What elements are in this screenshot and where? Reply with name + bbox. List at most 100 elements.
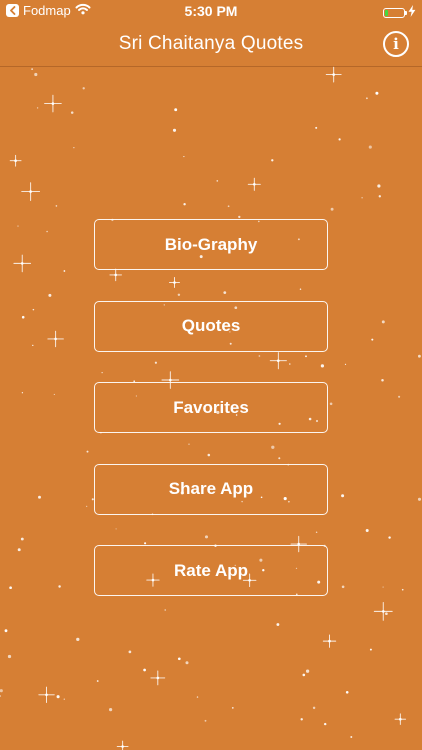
sparkle bbox=[55, 205, 58, 207]
sparkle bbox=[32, 308, 35, 311]
sparkle bbox=[216, 180, 219, 182]
sparkle bbox=[361, 197, 363, 199]
sparkle bbox=[58, 585, 61, 588]
sparkle bbox=[417, 497, 422, 501]
sparkle bbox=[388, 536, 391, 539]
sparkle bbox=[338, 138, 341, 141]
sparkle bbox=[13, 254, 32, 273]
sparkle bbox=[369, 648, 372, 651]
sparkle bbox=[368, 145, 372, 149]
battery-icon bbox=[383, 8, 407, 18]
sparkle bbox=[86, 505, 88, 507]
sparkle bbox=[34, 72, 38, 77]
sparkle bbox=[82, 87, 85, 90]
sparkle bbox=[47, 330, 64, 348]
sparkle bbox=[174, 108, 178, 112]
sparkle bbox=[128, 650, 132, 654]
sparkle bbox=[401, 588, 404, 591]
sparkle bbox=[312, 706, 316, 710]
sparkle bbox=[96, 680, 99, 682]
sparkle bbox=[32, 344, 34, 347]
sparkle bbox=[21, 315, 25, 319]
sparkle bbox=[238, 215, 241, 219]
sparkle bbox=[371, 338, 374, 341]
sparkle bbox=[373, 601, 393, 621]
sparkle bbox=[4, 629, 8, 633]
sparkle bbox=[227, 205, 230, 208]
sparkle bbox=[9, 586, 12, 590]
sparkle bbox=[183, 156, 185, 158]
sparkle bbox=[17, 548, 21, 552]
sparkle bbox=[73, 147, 75, 149]
sparkle bbox=[302, 673, 306, 677]
sparkle bbox=[365, 529, 369, 532]
sparkle bbox=[21, 182, 41, 201]
sparkle bbox=[48, 293, 52, 297]
sparkle bbox=[204, 719, 207, 722]
sparkle bbox=[172, 128, 177, 132]
sparkle bbox=[0, 689, 3, 693]
sparkle bbox=[63, 270, 66, 272]
sparkle bbox=[116, 740, 129, 750]
sparkle bbox=[271, 159, 274, 162]
sparkle bbox=[394, 713, 407, 725]
sparkle bbox=[381, 320, 385, 324]
sparkle bbox=[63, 698, 65, 700]
sparkle bbox=[366, 97, 368, 100]
sparkle bbox=[31, 68, 33, 70]
sparkle bbox=[377, 184, 381, 188]
sparkle bbox=[70, 111, 74, 114]
page-title: Sri Chaitanya Quotes bbox=[118, 33, 304, 54]
sparkle bbox=[86, 450, 89, 453]
battery-level bbox=[385, 10, 388, 16]
sparkle bbox=[109, 708, 113, 712]
sparkle bbox=[247, 177, 261, 191]
favorites-button[interactable]: Favorites bbox=[94, 382, 328, 433]
sparkle bbox=[325, 66, 342, 83]
navigation-bar: Sri Chaitanya Quotes i bbox=[0, 22, 422, 67]
sparkle bbox=[56, 695, 60, 699]
sparkle bbox=[350, 736, 353, 738]
sparkle bbox=[344, 363, 347, 366]
sparkle bbox=[9, 154, 22, 167]
sparkle bbox=[150, 670, 166, 686]
sparkle bbox=[17, 225, 19, 227]
share-app-button[interactable]: Share App bbox=[94, 463, 328, 515]
sparkle bbox=[177, 657, 181, 661]
sparkle bbox=[38, 686, 55, 703]
quotes-button[interactable]: Quotes bbox=[94, 300, 328, 352]
sparkle bbox=[185, 661, 189, 665]
info-icon: i bbox=[393, 34, 399, 53]
sparkle bbox=[20, 537, 24, 541]
sparkle bbox=[382, 586, 384, 588]
sparkle bbox=[46, 230, 48, 233]
sparkle bbox=[375, 91, 379, 95]
sparkle bbox=[7, 654, 12, 659]
main-menu: Bio-Graphy Quotes Favorites Share App Ra… bbox=[94, 219, 328, 627]
status-time: 5:30 PM bbox=[184, 3, 238, 19]
sparkle bbox=[381, 378, 384, 382]
sparkle bbox=[300, 718, 303, 721]
sparkle bbox=[305, 669, 310, 673]
sparkle bbox=[36, 107, 39, 109]
sparkle bbox=[38, 495, 41, 499]
sparkle bbox=[53, 393, 55, 395]
info-button[interactable]: i bbox=[383, 31, 409, 57]
sparkle bbox=[418, 354, 421, 358]
sparkle bbox=[44, 94, 62, 113]
sparkle bbox=[341, 494, 345, 498]
sparkle bbox=[21, 392, 24, 394]
sparkle bbox=[385, 612, 388, 616]
sparkle bbox=[76, 637, 80, 642]
sparkle bbox=[378, 195, 381, 198]
sparkle bbox=[330, 207, 334, 211]
sparkle bbox=[322, 634, 337, 648]
status-right bbox=[383, 4, 416, 22]
sparkle bbox=[196, 696, 199, 698]
status-bar: Fodmap 5:30 PM bbox=[0, 0, 422, 22]
sparkle bbox=[341, 585, 345, 589]
sparkle bbox=[323, 722, 327, 726]
biography-button[interactable]: Bio-Graphy bbox=[94, 219, 328, 270]
sparkle bbox=[0, 695, 1, 697]
rate-app-button[interactable]: Rate App bbox=[94, 545, 328, 596]
